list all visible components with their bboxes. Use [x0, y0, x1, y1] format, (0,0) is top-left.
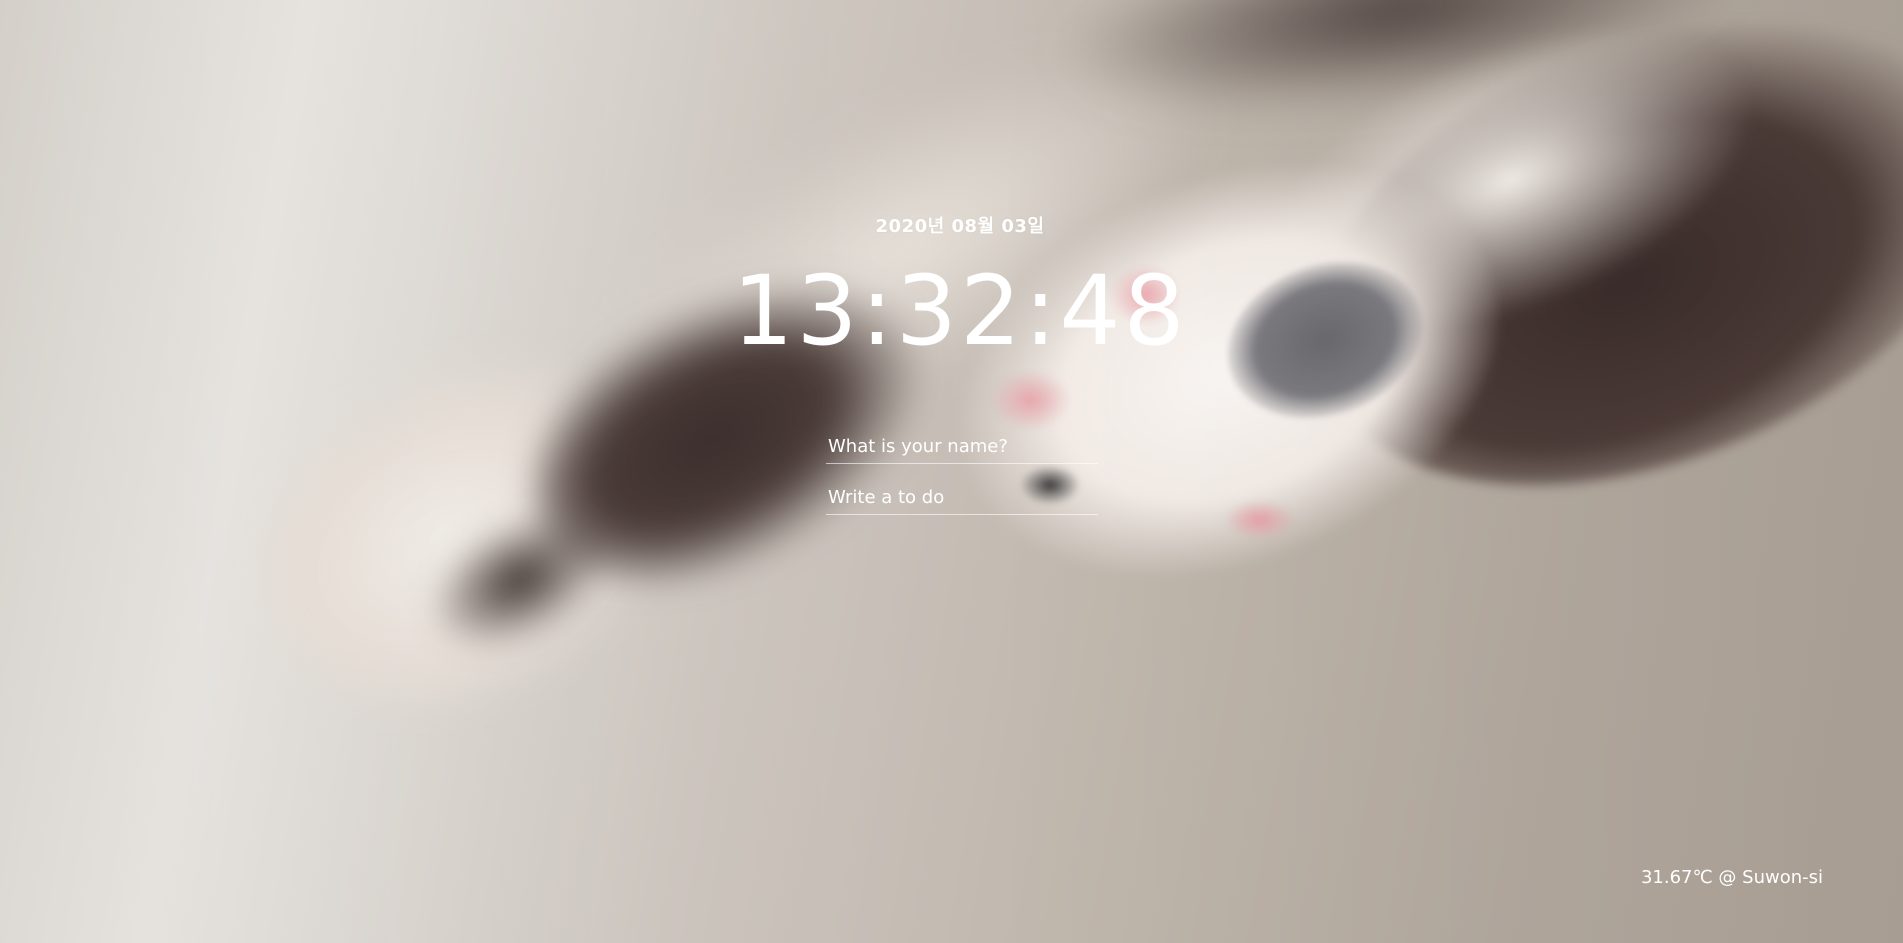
- background-image: [0, 0, 1903, 943]
- page: 2020년 08월 03일 13:32:48 31.67℃ @ Suwon-si: [0, 0, 1903, 943]
- todo-form: [826, 483, 1098, 515]
- date-display: 2020년 08월 03일: [875, 216, 1045, 237]
- name-form: [826, 432, 1098, 464]
- background-vignette: [0, 0, 1903, 943]
- weather-display: 31.67℃ @ Suwon-si: [1640, 867, 1823, 888]
- clock-display: 13:32:48: [732, 255, 1188, 367]
- todo-input[interactable]: [826, 483, 1098, 515]
- name-input[interactable]: [826, 432, 1098, 464]
